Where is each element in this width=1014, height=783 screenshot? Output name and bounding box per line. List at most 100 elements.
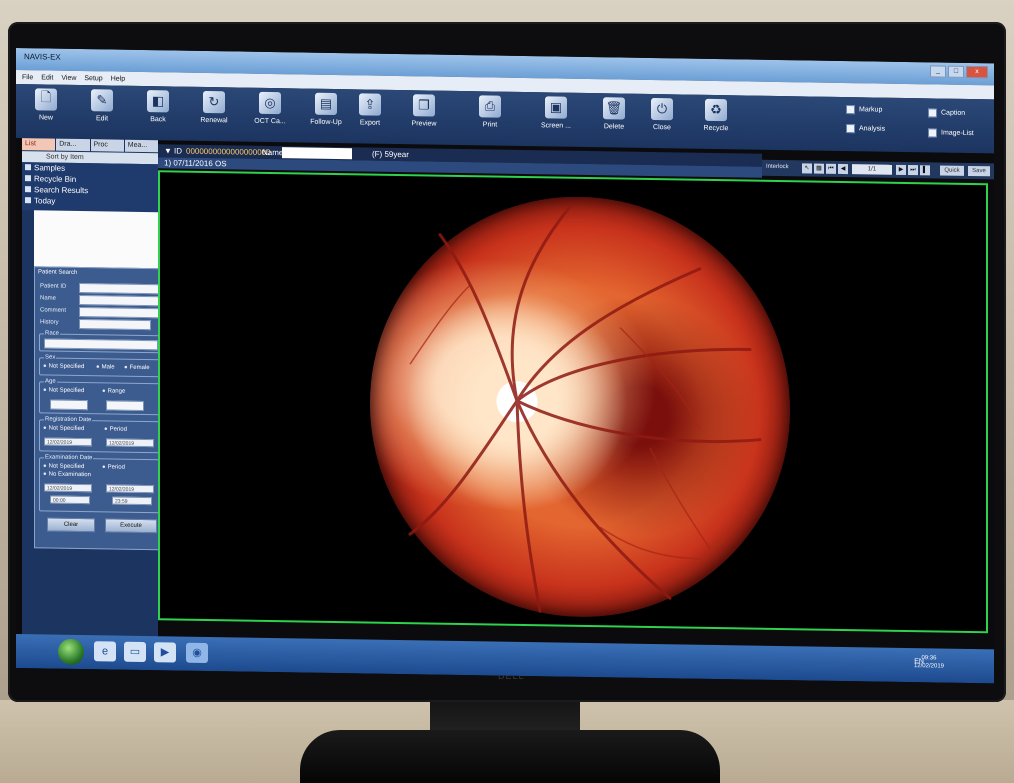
examination-to-date[interactable]: 12/02/2019: [106, 484, 154, 494]
page-indicator: 1/1: [852, 164, 892, 175]
media-player-icon[interactable]: ▶: [154, 642, 176, 663]
last-page-button[interactable]: ⏭: [908, 165, 918, 176]
first-page-button[interactable]: ⏮: [826, 163, 836, 174]
save-button[interactable]: Save: [968, 165, 990, 177]
menu-view[interactable]: View: [61, 74, 76, 81]
patient-id-input[interactable]: [79, 282, 161, 295]
caption-checkbox[interactable]: Caption: [928, 108, 965, 118]
clock-date: 12/02/2019: [913, 663, 944, 670]
markup-checkbox[interactable]: Markup: [846, 105, 882, 115]
name-input[interactable]: [79, 294, 161, 307]
sex-group: Sex Not Specified Male Female: [39, 354, 163, 378]
maximize-button[interactable]: □: [948, 65, 964, 78]
clear-button[interactable]: Clear: [47, 517, 95, 533]
menu-setup[interactable]: Setup: [84, 75, 102, 82]
examination-not-specified-radio[interactable]: Not Specified: [43, 463, 85, 471]
file-explorer-icon[interactable]: ▭: [124, 641, 146, 663]
viewer-navigation-bar: Interlock ↖ ▦ ⏮ ◀ 1/1 ▶ ⏭ ▌ Quick Save: [762, 159, 994, 180]
system-clock[interactable]: 09:36 12/02/2019: [914, 654, 944, 670]
navis-taskbar-icon[interactable]: ◉: [186, 642, 208, 664]
age-not-specified-radio[interactable]: Not Specified: [43, 387, 85, 395]
tab-process[interactable]: Proc: [90, 139, 124, 152]
examination-to-time[interactable]: 23:59: [112, 496, 152, 506]
sex-age-value: (F) 59year: [372, 149, 409, 160]
screen-capture-button[interactable]: ▣ Screen ...: [528, 96, 584, 130]
edit-icon: ✎: [91, 89, 113, 112]
comment-input[interactable]: [79, 306, 161, 319]
oct-camera-icon: ◎: [259, 91, 281, 115]
pointer-tool-button[interactable]: ↖: [802, 163, 812, 174]
tab-measure[interactable]: Mea...: [124, 139, 158, 153]
print-button[interactable]: ⎙ Print: [462, 95, 518, 129]
interlock-label[interactable]: Interlock: [766, 164, 789, 170]
history-label: History: [40, 319, 59, 326]
sex-male-radio[interactable]: Male: [96, 364, 115, 370]
renewal-icon: ↻: [203, 90, 225, 114]
tree-item-today[interactable]: Today: [22, 195, 158, 208]
preview-button[interactable]: ❐ Preview: [396, 94, 452, 128]
new-button[interactable]: 🗋 New: [18, 88, 74, 122]
minimize-button[interactable]: _: [930, 65, 946, 78]
grid-tool-button[interactable]: ▦: [814, 163, 824, 174]
tab-draw[interactable]: Dra...: [56, 138, 90, 152]
image-list-checkbox[interactable]: Image-List: [928, 128, 974, 138]
internet-explorer-icon[interactable]: e: [94, 641, 116, 662]
race-dropdown[interactable]: [44, 338, 158, 351]
filter-icon[interactable]: ▼: [164, 144, 172, 157]
renewal-button[interactable]: ↻ Renewal: [186, 90, 242, 125]
examination-from-time[interactable]: 00:00: [50, 495, 90, 505]
tab-list[interactable]: List: [22, 138, 56, 151]
retinal-vessels-graphic: [408, 205, 762, 613]
next-page-button[interactable]: ▶: [896, 164, 906, 175]
previous-page-button[interactable]: ◀: [838, 163, 848, 175]
id-prefix: ID: [174, 146, 182, 156]
quick-button[interactable]: Quick: [940, 165, 964, 176]
image-viewer[interactable]: [158, 170, 988, 634]
start-button[interactable]: [58, 638, 84, 666]
examination-period-radio[interactable]: Period: [102, 464, 125, 470]
patient-search-panel: Patient Search Patient ID Name Comment H…: [34, 266, 168, 551]
name-label: Name: [40, 295, 57, 302]
no-examination-radio[interactable]: No Examination: [43, 471, 91, 479]
history-input[interactable]: [79, 318, 151, 331]
patient-name-redacted: [282, 147, 352, 160]
oct-capture-button[interactable]: ◎ OCT Ca...: [242, 91, 298, 126]
name-field-label: Name: [262, 147, 284, 158]
examination-from-date[interactable]: 12/02/2019: [44, 483, 92, 493]
single-view-button[interactable]: ▌: [920, 165, 930, 176]
patient-id-label: Patient ID: [40, 283, 67, 290]
trash-icon: 🗑: [603, 97, 625, 120]
close-app-button[interactable]: ⏻ Close: [634, 97, 690, 132]
fundus-photo: [370, 193, 790, 621]
window-title: NAVIS-EX: [24, 52, 61, 62]
registration-period-radio[interactable]: Period: [104, 426, 127, 432]
examination-date-label: Examination Date: [44, 454, 94, 462]
registration-not-specified-radio[interactable]: Not Specified: [43, 425, 85, 433]
patient-id-value: 0000000000000000000: [186, 146, 271, 157]
menu-file[interactable]: File: [22, 74, 33, 81]
back-button[interactable]: ◧ Back: [130, 90, 186, 124]
close-button[interactable]: x: [966, 65, 988, 79]
examination-date-group: Examination Date Not Specified Period No…: [39, 454, 163, 514]
age-label: Age: [44, 378, 57, 385]
execute-button[interactable]: Execute: [105, 518, 157, 534]
registration-date-group: Registration Date Not Specified Period 1…: [39, 416, 163, 454]
patient-search-title: Patient Search: [38, 269, 78, 276]
sex-female-radio[interactable]: Female: [124, 365, 150, 371]
analysis-checkbox[interactable]: Analysis: [846, 124, 885, 134]
menu-help[interactable]: Help: [111, 75, 125, 82]
monitor-stand-base: [300, 730, 720, 783]
age-from-input[interactable]: [50, 399, 88, 411]
age-range-radio[interactable]: Range: [102, 388, 126, 394]
menu-edit[interactable]: Edit: [41, 74, 53, 81]
age-to-input[interactable]: [106, 400, 144, 412]
registration-to-date[interactable]: 12/02/2019: [106, 438, 154, 448]
recycle-button[interactable]: ♻ Recycle: [688, 98, 744, 133]
window-controls: _ □ x: [930, 65, 988, 79]
power-icon: ⏻: [651, 97, 673, 121]
edit-button[interactable]: ✎ Edit: [74, 89, 130, 123]
export-button[interactable]: ⇪ Export: [342, 93, 398, 127]
race-label: Race: [44, 330, 61, 337]
sex-not-specified-radio[interactable]: Not Specified: [43, 363, 85, 371]
registration-from-date[interactable]: 12/02/2019: [44, 437, 92, 447]
